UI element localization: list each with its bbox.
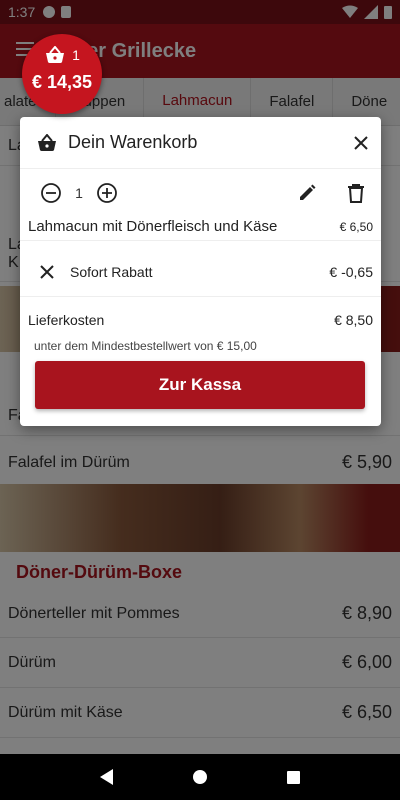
pencil-icon[interactable] xyxy=(297,183,317,203)
basket-icon xyxy=(46,46,65,63)
dialog-title: Dein Warenkorb xyxy=(68,132,198,152)
cart-total: € 14,35 xyxy=(31,72,93,92)
quantity-stepper: 1 xyxy=(20,173,381,213)
back-icon[interactable] xyxy=(100,769,113,785)
recents-icon[interactable] xyxy=(287,770,300,784)
checkout-button[interactable]: Zur Kassa xyxy=(35,361,365,409)
close-icon[interactable] xyxy=(353,135,369,151)
discount-label: Sofort Rabatt xyxy=(70,263,153,280)
delivery-fee-amount: € 8,50 xyxy=(334,312,373,328)
minus-circle-icon[interactable] xyxy=(40,182,62,204)
cart-item-name: Lahmacun mit Dönerfleisch und Käse xyxy=(28,218,278,235)
discount-amount: € -0,65 xyxy=(329,263,373,280)
discount-row: Sofort Rabatt € -0,65 xyxy=(20,247,381,297)
cart-badge[interactable]: 1 € 14,35 xyxy=(22,34,102,114)
cart-item-price: € 6,50 xyxy=(339,219,373,234)
delivery-fee-row: Lieferkosten € 8,50 xyxy=(20,307,381,333)
minimum-order-note: unter dem Mindestbestellwert von € 15,00 xyxy=(34,339,257,353)
basket-icon xyxy=(38,133,56,151)
cart-item: Lahmacun mit Dönerfleisch und Käse € 6,5… xyxy=(20,213,381,241)
plus-circle-icon[interactable] xyxy=(96,182,118,204)
system-nav-bar xyxy=(0,754,400,800)
trash-icon[interactable] xyxy=(347,183,365,203)
close-icon[interactable] xyxy=(40,264,54,279)
cart-dialog: Dein Warenkorb 1 Lahmacun mit Dönerfleis… xyxy=(20,117,381,426)
dialog-header: Dein Warenkorb xyxy=(20,117,381,169)
cart-count: 1 xyxy=(72,47,80,63)
delivery-fee-label: Lieferkosten xyxy=(28,312,105,328)
home-icon[interactable] xyxy=(193,770,207,784)
quantity-value: 1 xyxy=(75,185,83,201)
